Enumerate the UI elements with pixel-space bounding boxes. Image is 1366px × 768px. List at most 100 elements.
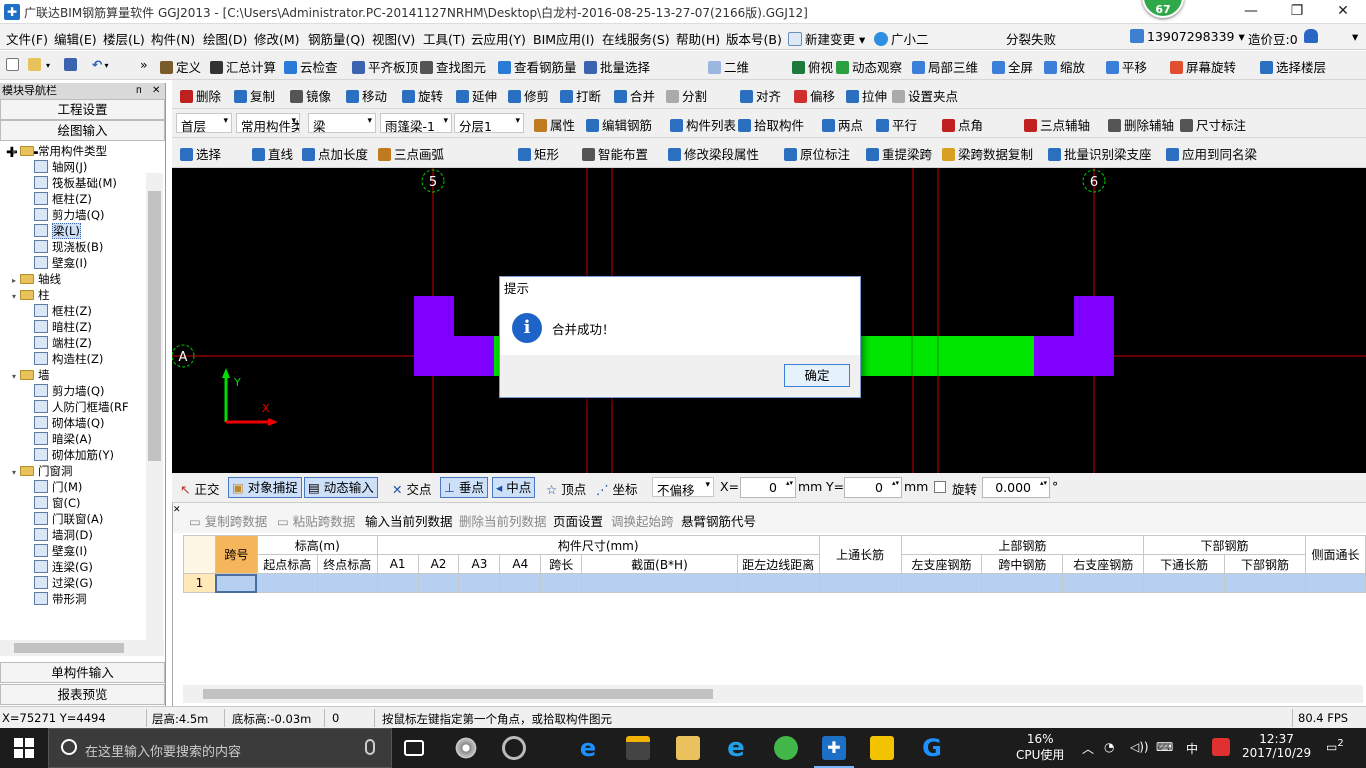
toolbar3-button-2[interactable]: 构件列表 [670, 115, 736, 134]
grid-cell[interactable] [316, 573, 378, 593]
tree-item-12[interactable]: 端柱(Z) [34, 335, 92, 351]
perpendicular-snap[interactable]: ⊥ 垂点 [440, 477, 488, 498]
account-menu[interactable]: 13907298339 ▾ [1130, 29, 1245, 44]
menu-item-12[interactable]: 帮助(H) [676, 29, 720, 48]
menu-item-4[interactable]: 绘图(D) [203, 29, 247, 48]
tree-item-20[interactable]: ▾ 门窗洞 [8, 463, 73, 479]
single-input-button[interactable]: 单构件输入 [0, 662, 165, 683]
grid-cell[interactable] [900, 573, 983, 593]
menu-item-10[interactable]: BIM应用(I) [533, 29, 595, 48]
toolbar1-button-2[interactable]: 云检查 [284, 57, 338, 76]
new-change-menu[interactable]: 新建变更 ▾ [788, 29, 865, 48]
score-badge[interactable]: 67 [1142, 0, 1184, 18]
save-button[interactable] [64, 57, 80, 72]
grid-cell[interactable] [376, 573, 419, 593]
coordinate-snap[interactable]: ⋰ 坐标 [596, 479, 638, 498]
minimize-button[interactable]: — [1228, 0, 1274, 24]
toolbar1-button-9[interactable]: 动态观察 [836, 57, 902, 76]
toolbar1-button-5[interactable]: 查看钢筋量 [498, 57, 577, 76]
draw-input-button[interactable]: 绘图输入 [0, 120, 165, 141]
toolbar2-button-7[interactable]: 打断 [560, 86, 601, 105]
panel-close-icon[interactable]: ✕ [173, 505, 181, 515]
tree-item-11[interactable]: 暗柱(Z) [34, 319, 92, 335]
x-input[interactable]: 0 [740, 477, 796, 498]
tree-item-19[interactable]: 砌体加筋(Y) [34, 447, 114, 463]
tray-expand-icon[interactable]: ︿ [1082, 740, 1094, 757]
grid-cell[interactable] [540, 573, 583, 593]
vertex-snap[interactable]: ☆ 顶点 [546, 479, 586, 498]
menu-item-7[interactable]: 视图(V) [372, 29, 415, 48]
edge-browser-icon[interactable]: e [576, 736, 600, 760]
undo-button[interactable]: ↶ ▾ [92, 57, 109, 72]
swap-start-button[interactable]: 调换起始跨 [611, 511, 674, 530]
toolbar1-button-12[interactable]: 缩放 [1044, 57, 1085, 76]
toolbar2-button-5[interactable]: 延伸 [456, 86, 497, 105]
tree-item-22[interactable]: 窗(C) [34, 495, 81, 511]
grid-cell[interactable] [736, 573, 820, 593]
tree-item-3[interactable]: 框柱(Z) [34, 191, 92, 207]
tree-item-16[interactable]: 人防门框墙(RF [34, 399, 129, 415]
close-icon[interactable]: ✕ [152, 83, 160, 99]
toolbar1-button-6[interactable]: 批量选择 [584, 57, 650, 76]
tree-item-4[interactable]: 剪力墙(Q) [34, 207, 105, 223]
component-select[interactable]: 梁 [308, 113, 376, 133]
menu-item-8[interactable]: 工具(T) [423, 29, 465, 48]
left-column[interactable] [414, 296, 494, 376]
toolbar2-button-12[interactable]: 拉伸 [846, 86, 887, 105]
ime-indicator[interactable]: 中 [1186, 740, 1198, 757]
tree-item-15[interactable]: 剪力墙(Q) [34, 383, 105, 399]
maximize-button[interactable]: ❐ [1274, 0, 1320, 24]
tree-item-0[interactable]: ▾ 常用构件类型 [8, 143, 107, 159]
object-snap-toggle[interactable]: ▣ 对象捕捉 [228, 477, 302, 498]
menu-item-6[interactable]: 钢筋量(Q) [308, 29, 365, 48]
grid-cell[interactable] [818, 573, 902, 593]
toolbar2-button-13[interactable]: 设置夹点 [892, 86, 958, 105]
tree-item-8[interactable]: ▸ 轴线 [8, 271, 61, 287]
tree-expander-icon[interactable]: ▾ [8, 465, 20, 481]
task-view-icon[interactable] [404, 740, 424, 756]
toolbar2-button-8[interactable]: 合并 [614, 86, 655, 105]
toolbar2-button-3[interactable]: 移动 [346, 86, 387, 105]
pin-icon[interactable]: ᴨ [136, 83, 142, 99]
toolbar3-button-7[interactable]: 三点辅轴 [1024, 115, 1090, 134]
toolbar1-button-14[interactable]: 屏幕旋转 [1170, 57, 1236, 76]
grid-cell[interactable] [1143, 573, 1226, 593]
tree-item-5[interactable]: 梁(L) [34, 223, 81, 239]
toolbar4-button-2[interactable]: 点加长度 [302, 144, 368, 163]
grid-cell[interactable] [981, 573, 1064, 593]
toolbar1-button-11[interactable]: 全屏 [992, 57, 1033, 76]
toolbar1-button-7[interactable]: 二维 [708, 57, 749, 76]
ggj-app-icon[interactable]: ✚ [822, 736, 846, 760]
ortho-toggle[interactable]: ↖ 正交 [180, 479, 219, 498]
menu-item-3[interactable]: 构件(N) [151, 29, 195, 48]
grid-horizontal-scrollbar[interactable] [183, 685, 1363, 703]
ok-button[interactable]: 确定 [784, 364, 850, 387]
floor-select[interactable]: 首层 [176, 113, 232, 133]
tree-item-17[interactable]: 砌体墙(Q) [34, 415, 105, 431]
glodon-app-icon[interactable]: G [920, 736, 944, 760]
close-button[interactable]: ✕ [1320, 0, 1366, 24]
grid-cell[interactable] [256, 573, 318, 593]
store-icon[interactable] [626, 736, 650, 760]
toolbar4-button-5[interactable]: 智能布置 [582, 144, 648, 163]
dynamic-input-toggle[interactable]: ▤ 动态输入 [304, 477, 378, 498]
toolbar2-button-9[interactable]: 分割 [666, 86, 707, 105]
cpu-meter[interactable]: 16% CPU使用 [1016, 732, 1064, 763]
tree-item-1[interactable]: 轴网(J) [34, 159, 87, 175]
menu-item-13[interactable]: 版本号(B) [726, 29, 782, 48]
right-column[interactable] [1034, 296, 1114, 376]
microphone-icon[interactable] [365, 739, 375, 755]
grid-cell[interactable] [458, 573, 501, 593]
toolbar3-button-5[interactable]: 平行 [876, 115, 917, 134]
notes-app-icon[interactable] [870, 736, 894, 760]
offset-select[interactable]: 不偏移 [652, 477, 714, 497]
bell-icon[interactable] [1304, 29, 1321, 44]
tree-expander-icon[interactable]: ▾ [8, 369, 20, 385]
toolbar1-button-13[interactable]: 平移 [1106, 57, 1147, 76]
toolbar1-button-0[interactable]: 定义 [160, 57, 201, 76]
toolbar1-button-15[interactable]: 选择楼层 [1260, 57, 1326, 76]
grid-cell[interactable] [1304, 573, 1366, 593]
toolbar3-button-8[interactable]: 删除辅轴 [1108, 115, 1174, 134]
refresh-app-icon[interactable] [502, 736, 526, 760]
toolbar2-button-0[interactable]: 删除 [180, 86, 221, 105]
